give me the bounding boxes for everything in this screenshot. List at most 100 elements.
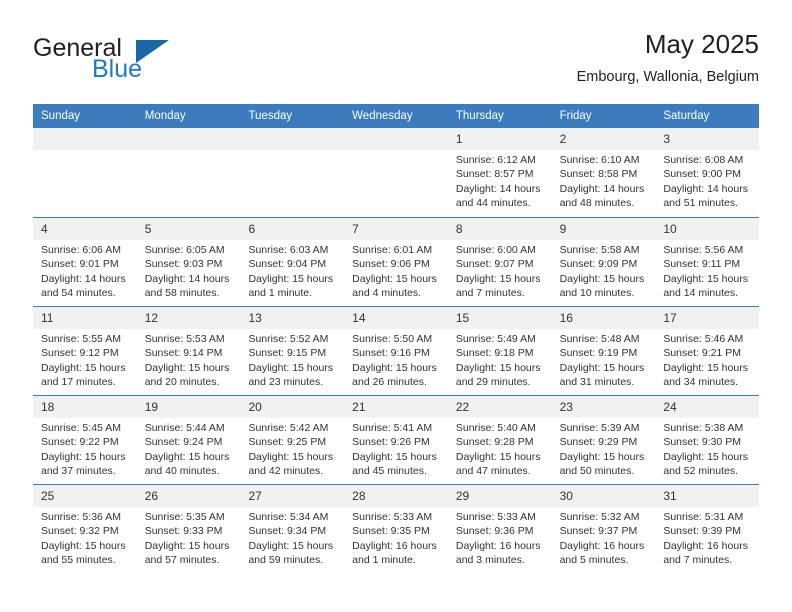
day-sun-info: Sunrise: 6:06 AM Sunset: 9:01 PM Daylight:… xyxy=(33,240,137,301)
sunrise-text: Sunrise: 6:12 AM xyxy=(455,154,536,166)
day-cell[interactable]: 25 Sunrise: 5:36 AM Sunset: 9:32 PM Dayligh… xyxy=(33,485,137,573)
sunrise-text: Sunrise: 5:34 AM xyxy=(248,511,329,523)
weekday-header-monday: Monday xyxy=(144,110,186,122)
day-number: 27 xyxy=(240,485,345,507)
day-cell-empty[interactable] xyxy=(33,128,137,217)
day-number: 18 xyxy=(33,396,137,418)
general-blue-logo[interactable]: General Blue xyxy=(33,36,253,96)
daylight-text: Daylight: 16 hours and 5 minutes. xyxy=(559,539,645,567)
day-cell[interactable]: 30 Sunrise: 5:32 AM Sunset: 9:37 PM Dayligh… xyxy=(551,485,656,573)
day-cell-empty[interactable] xyxy=(344,128,448,217)
day-cell[interactable]: 29 Sunrise: 5:33 AM Sunset: 9:36 PM Dayligh… xyxy=(447,485,552,573)
daylight-text: Daylight: 15 hours and 1 minute. xyxy=(248,272,334,300)
day-cell-empty[interactable] xyxy=(136,128,241,217)
sunset-text: Sunset: 9:34 PM xyxy=(248,525,327,538)
daylight-text: Daylight: 15 hours and 31 minutes. xyxy=(559,361,645,389)
sunset-text: Sunset: 9:00 PM xyxy=(663,168,741,181)
sunset-text: Sunset: 9:30 PM xyxy=(663,436,741,449)
sunrise-text: Sunrise: 5:46 AM xyxy=(663,333,744,345)
sunset-text: Sunset: 8:57 PM xyxy=(455,168,534,181)
sunrise-text: Sunrise: 5:38 AM xyxy=(663,422,744,434)
day-number: 17 xyxy=(655,307,760,329)
sunrise-text: Sunrise: 5:41 AM xyxy=(352,422,433,434)
daylight-text: Daylight: 14 hours and 54 minutes. xyxy=(41,272,126,300)
sunrise-text: Sunrise: 5:40 AM xyxy=(455,422,536,434)
day-cell[interactable]: 15 Sunrise: 5:49 AM Sunset: 9:18 PM Dayligh… xyxy=(447,307,552,395)
day-cell[interactable]: 12 Sunrise: 5:53 AM Sunset: 9:14 PM Dayligh… xyxy=(136,307,241,395)
sunrise-text: Sunrise: 6:06 AM xyxy=(41,244,121,256)
daylight-text: Daylight: 15 hours and 26 minutes. xyxy=(352,361,437,389)
daylight-text: Daylight: 16 hours and 1 minute. xyxy=(352,539,437,567)
sunset-text: Sunset: 9:15 PM xyxy=(248,347,327,360)
day-sun-info: Sunrise: 5:34 AM Sunset: 9:34 PM Daylight:… xyxy=(240,507,344,568)
sunset-text: Sunset: 9:14 PM xyxy=(144,347,223,360)
sunset-text: Sunset: 9:32 PM xyxy=(41,525,119,538)
day-cell[interactable]: 28 Sunrise: 5:33 AM Sunset: 9:35 PM Dayligh… xyxy=(344,485,448,573)
day-number: 24 xyxy=(655,396,760,418)
day-cell[interactable]: 4 Sunrise: 6:06 AM Sunset: 9:01 PM Daylight… xyxy=(33,218,137,306)
sunset-text: Sunset: 9:06 PM xyxy=(352,258,430,271)
day-number: 23 xyxy=(551,396,656,418)
day-number: 13 xyxy=(240,307,345,329)
sunset-text: Sunset: 9:24 PM xyxy=(144,436,223,449)
day-cell[interactable]: 24 Sunrise: 5:38 AM Sunset: 9:30 PM Dayligh… xyxy=(655,396,760,484)
day-number: 4 xyxy=(33,218,137,240)
day-cell[interactable]: 1 Sunrise: 6:12 AM Sunset: 8:57 PM Daylight… xyxy=(447,128,552,217)
day-cell[interactable]: 22 Sunrise: 5:40 AM Sunset: 9:28 PM Dayligh… xyxy=(447,396,552,484)
day-number: 22 xyxy=(447,396,552,418)
day-cell[interactable]: 18 Sunrise: 5:45 AM Sunset: 9:22 PM Dayligh… xyxy=(33,396,137,484)
sunrise-text: Sunrise: 5:56 AM xyxy=(663,244,744,256)
day-number: 11 xyxy=(33,307,137,329)
daylight-text: Daylight: 15 hours and 55 minutes. xyxy=(41,539,126,567)
daylight-text: Daylight: 16 hours and 7 minutes. xyxy=(663,539,748,567)
daylight-text: Daylight: 15 hours and 23 minutes. xyxy=(248,361,334,389)
daylight-text: Daylight: 15 hours and 29 minutes. xyxy=(455,361,541,389)
sunset-text: Sunset: 9:28 PM xyxy=(455,436,534,449)
day-cell-empty[interactable] xyxy=(240,128,345,217)
day-cell[interactable]: 10 Sunrise: 5:56 AM Sunset: 9:11 PM Dayligh… xyxy=(655,218,760,306)
day-sun-info: Sunrise: 5:46 AM Sunset: 9:21 PM Daylight:… xyxy=(655,329,759,390)
day-cell[interactable]: 11 Sunrise: 5:55 AM Sunset: 9:12 PM Dayligh… xyxy=(33,307,137,395)
weekday-header-row: Sunday Monday Tuesday Wednesday Thursday Frid… xyxy=(33,104,759,128)
day-number: 3 xyxy=(655,128,760,150)
day-cell[interactable]: 23 Sunrise: 5:39 AM Sunset: 9:29 PM Dayligh… xyxy=(551,396,656,484)
sunset-text: Sunset: 9:29 PM xyxy=(559,436,638,449)
daylight-text: Daylight: 15 hours and 50 minutes. xyxy=(559,450,645,478)
sunrise-text: Sunrise: 5:44 AM xyxy=(144,422,225,434)
day-cell[interactable]: 14 Sunrise: 5:50 AM Sunset: 9:16 PM Dayligh… xyxy=(344,307,448,395)
day-cell[interactable]: 26 Sunrise: 5:35 AM Sunset: 9:33 PM Dayligh… xyxy=(136,485,241,573)
day-sun-info: Sunrise: 5:44 AM Sunset: 9:24 PM Daylight:… xyxy=(137,418,241,479)
sunset-text: Sunset: 9:01 PM xyxy=(41,258,119,271)
daylight-text: Daylight: 15 hours and 7 minutes. xyxy=(455,272,541,300)
day-number xyxy=(136,128,241,150)
day-cell[interactable]: 8 Sunrise: 6:00 AM Sunset: 9:07 PM Daylight… xyxy=(447,218,552,306)
day-sun-info: Sunrise: 5:52 AM Sunset: 9:15 PM Daylight:… xyxy=(240,329,344,390)
day-cell[interactable]: 19 Sunrise: 5:44 AM Sunset: 9:24 PM Dayligh… xyxy=(136,396,241,484)
daylight-text: Daylight: 15 hours and 52 minutes. xyxy=(663,450,748,478)
daylight-text: Daylight: 15 hours and 42 minutes. xyxy=(248,450,334,478)
day-cell[interactable]: 20 Sunrise: 5:42 AM Sunset: 9:25 PM Dayligh… xyxy=(240,396,345,484)
day-number: 28 xyxy=(344,485,448,507)
day-cell[interactable]: 2 Sunrise: 6:10 AM Sunset: 8:58 PM Daylight… xyxy=(551,128,656,217)
day-cell[interactable]: 17 Sunrise: 5:46 AM Sunset: 9:21 PM Dayligh… xyxy=(655,307,760,395)
day-number: 21 xyxy=(344,396,448,418)
day-cell[interactable]: 21 Sunrise: 5:41 AM Sunset: 9:26 PM Dayligh… xyxy=(344,396,448,484)
day-number xyxy=(33,128,137,150)
day-cell[interactable]: 13 Sunrise: 5:52 AM Sunset: 9:15 PM Dayligh… xyxy=(240,307,345,395)
day-sun-info: Sunrise: 5:55 AM Sunset: 9:12 PM Daylight:… xyxy=(33,329,137,390)
day-cell[interactable]: 16 Sunrise: 5:48 AM Sunset: 9:19 PM Dayligh… xyxy=(551,307,656,395)
day-cell[interactable]: 27 Sunrise: 5:34 AM Sunset: 9:34 PM Dayligh… xyxy=(240,485,345,573)
day-number: 31 xyxy=(655,485,760,507)
day-cell[interactable]: 31 Sunrise: 5:31 AM Sunset: 9:39 PM Dayligh… xyxy=(655,485,760,573)
sunset-text: Sunset: 9:33 PM xyxy=(144,525,223,538)
day-cell[interactable]: 6 Sunrise: 6:03 AM Sunset: 9:04 PM Daylight… xyxy=(240,218,345,306)
day-cell[interactable]: 3 Sunrise: 6:08 AM Sunset: 9:00 PM Daylight… xyxy=(655,128,760,217)
day-sun-info: Sunrise: 6:08 AM Sunset: 9:00 PM Daylight:… xyxy=(655,150,759,211)
day-cell[interactable]: 7 Sunrise: 6:01 AM Sunset: 9:06 PM Daylight… xyxy=(344,218,448,306)
day-sun-info: Sunrise: 5:56 AM Sunset: 9:11 PM Daylight:… xyxy=(655,240,759,301)
daylight-text: Daylight: 14 hours and 44 minutes. xyxy=(455,182,541,210)
sunset-text: Sunset: 9:26 PM xyxy=(352,436,430,449)
day-cell[interactable]: 5 Sunrise: 6:05 AM Sunset: 9:03 PM Daylight… xyxy=(136,218,241,306)
day-cell[interactable]: 9 Sunrise: 5:58 AM Sunset: 9:09 PM Daylight… xyxy=(551,218,656,306)
calendar-grid: Sunday Monday Tuesday Wednesday Thursday Frid… xyxy=(33,104,760,573)
